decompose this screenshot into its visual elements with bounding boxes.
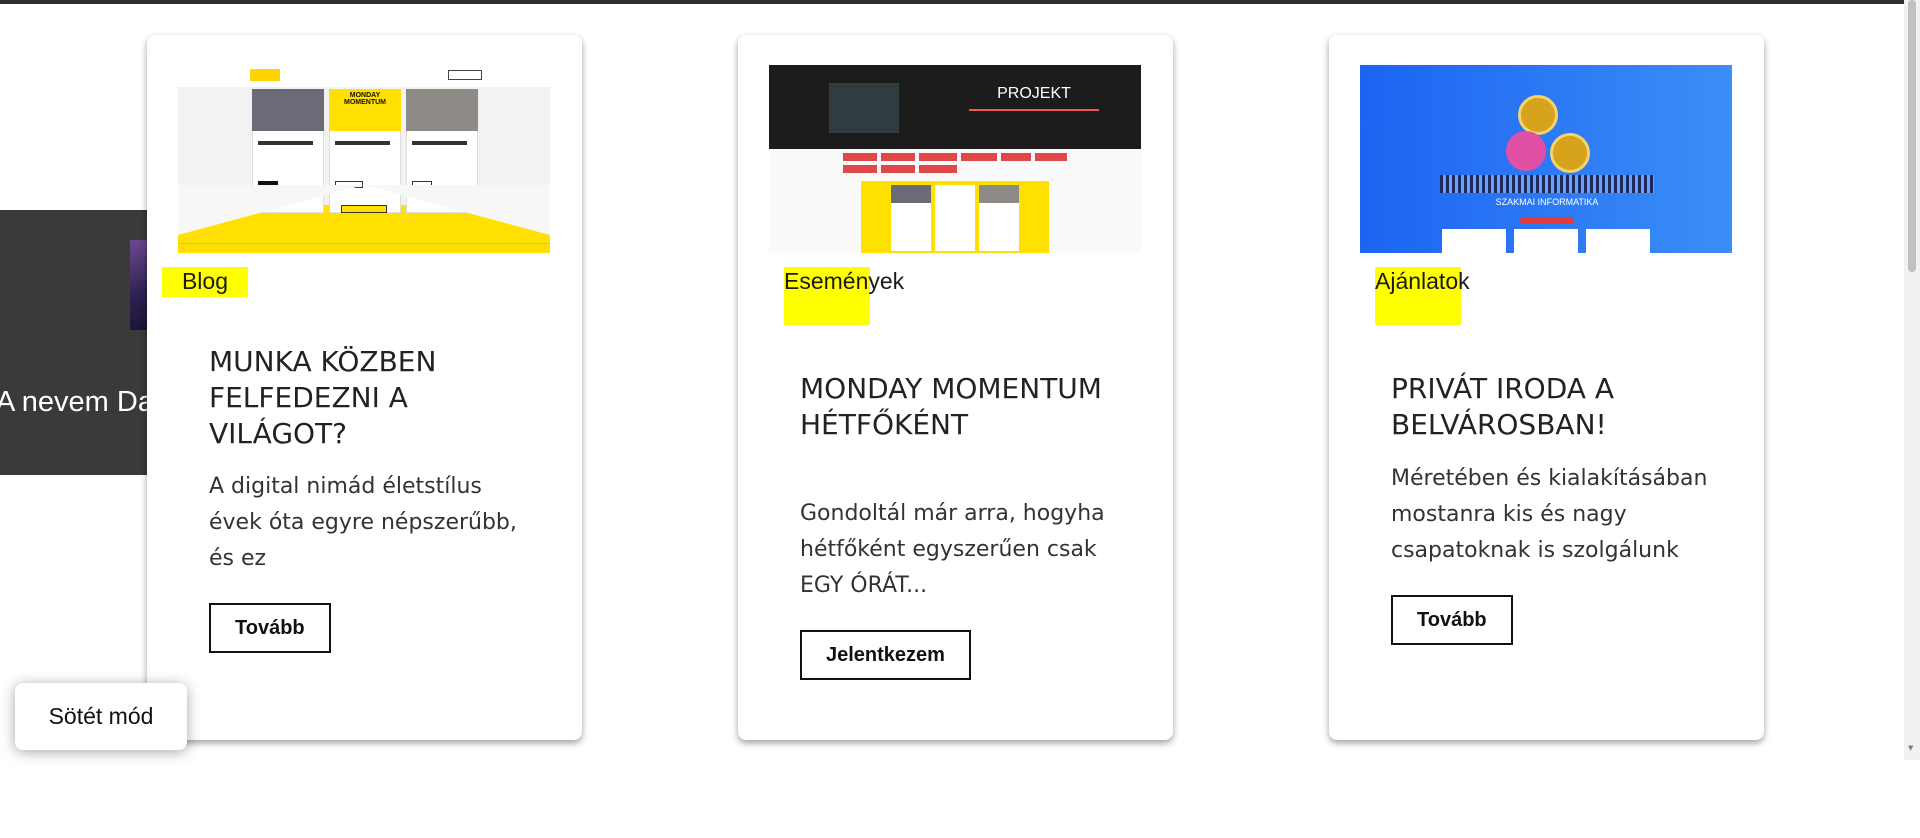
- dark-mode-toggle[interactable]: Sötét mód: [15, 683, 187, 750]
- category-badge[interactable]: Blog: [162, 267, 248, 297]
- post-excerpt: Gondoltál már arra, hogyha hétfőként egy…: [800, 501, 1105, 598]
- category-badge[interactable]: Események: [784, 267, 904, 325]
- hero-slide: A nevem Da: [0, 210, 160, 475]
- thumbnail-heading: PROJEKT: [997, 85, 1071, 102]
- read-more-button[interactable]: Tovább: [1391, 595, 1513, 645]
- post-thumbnail[interactable]: SZAKMAI INFORMATIKA: [1360, 65, 1732, 253]
- thumbnail-heading: SZAKMAI INFORMATIKA: [1495, 197, 1599, 207]
- thumbnail-heading: MONDAY MOMENTUM: [344, 92, 386, 106]
- post-thumbnail[interactable]: MONDAY MOMENTUM: [178, 65, 550, 253]
- category-badge[interactable]: Ajánlatok: [1375, 267, 1470, 325]
- apply-button[interactable]: Jelentkezem: [800, 630, 971, 680]
- post-title[interactable]: MONDAY MOMENTUM HÉTFŐKÉNT: [800, 371, 1130, 443]
- read-more-button[interactable]: Tovább: [209, 603, 331, 653]
- page-scrollbar[interactable]: ▼: [1904, 0, 1920, 760]
- top-bar: [0, 0, 1904, 4]
- hero-text: A nevem Da: [0, 386, 154, 418]
- post-title[interactable]: MUNKA KÖZBEN FELFEDEZNI A VILÁGOT?: [209, 344, 539, 452]
- post-title[interactable]: PRIVÁT IRODA A BELVÁROSBAN!: [1391, 371, 1721, 443]
- post-excerpt: Méretében és kialakításában mostanra kis…: [1391, 466, 1708, 563]
- scrollbar-thumb[interactable]: [1908, 0, 1916, 272]
- post-thumbnail[interactable]: PROJEKT: [769, 65, 1141, 253]
- post-excerpt: A digital nimád életstílus évek óta egyr…: [209, 474, 517, 571]
- post-card-events: PROJEKT Események MONDAY MOMENTUM HÉTFŐK…: [738, 35, 1173, 740]
- scroll-down-arrow-icon[interactable]: ▼: [1908, 745, 1913, 752]
- post-card-offers: SZAKMAI INFORMATIKA Ajánlatok PRIVÁT IRO…: [1329, 35, 1764, 740]
- post-card-blog: MONDAY MOMENTUM Blog MUNKA KÖZBEN FELFED…: [147, 35, 582, 740]
